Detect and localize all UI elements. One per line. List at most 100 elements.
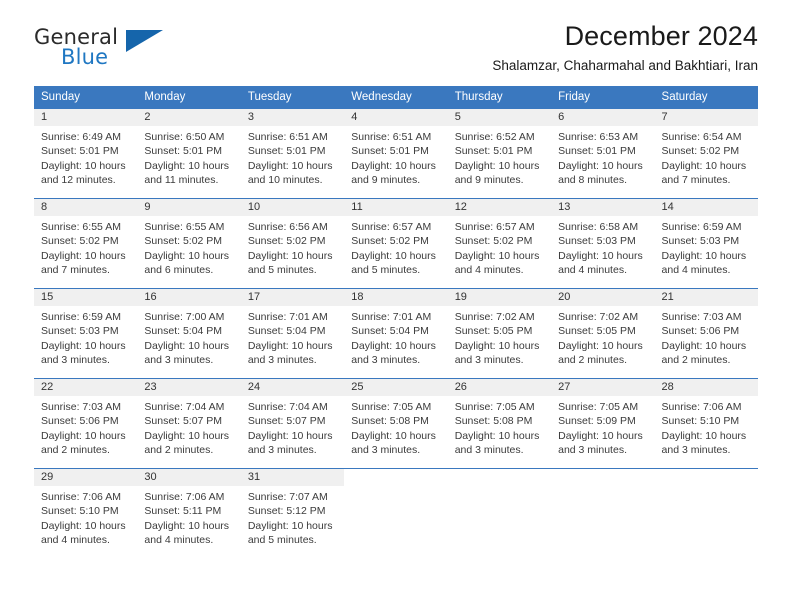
sunrise-text: Sunrise: 7:02 AM	[454, 311, 535, 323]
week-row: 8 Sunrise: 6:55 AM Sunset: 5:02 PM Dayli…	[34, 198, 758, 289]
calendar-grid: Sunday Monday Tuesday Wednesday Thursday…	[34, 86, 758, 559]
daylight-text: Daylight: 10 hours and 3 minutes.	[454, 339, 540, 366]
daylight-text: Daylight: 10 hours and 4 minutes.	[41, 519, 126, 546]
day-number: 11	[344, 199, 448, 216]
day-cell[interactable]: 1 Sunrise: 6:49 AM Sunset: 5:01 PM Dayli…	[34, 108, 138, 199]
daylight-text: Daylight: 10 hours and 3 minutes.	[661, 429, 747, 456]
daylight-text: Daylight: 10 hours and 8 minutes.	[558, 159, 643, 186]
day-number	[344, 469, 448, 486]
sunset-text: Sunset: 5:07 PM	[144, 415, 223, 428]
day-cell[interactable]: 18 Sunrise: 7:01 AM Sunset: 5:04 PM Dayl…	[344, 288, 448, 379]
calendar-table: Sunday Monday Tuesday Wednesday Thursday…	[34, 86, 758, 559]
day-cell[interactable]: 3 Sunrise: 6:51 AM Sunset: 5:01 PM Dayli…	[240, 108, 345, 199]
sunset-text: Sunset: 5:03 PM	[558, 235, 636, 248]
day-cell[interactable]: 22 Sunrise: 7:03 AM Sunset: 5:06 PM Dayl…	[34, 378, 138, 469]
day-number: 30	[137, 469, 241, 486]
day-cell[interactable]: 13 Sunrise: 6:58 AM Sunset: 5:03 PM Dayl…	[551, 198, 655, 289]
day-cell[interactable]: 30 Sunrise: 7:06 AM Sunset: 5:11 PM Dayl…	[137, 468, 241, 559]
daylight-text: Daylight: 10 hours and 3 minutes.	[144, 339, 230, 366]
day-details: Sunrise: 7:05 AM Sunset: 5:08 PM Dayligh…	[448, 396, 551, 457]
day-cell[interactable]: 11 Sunrise: 6:57 AM Sunset: 5:02 PM Dayl…	[344, 198, 448, 289]
daylight-text: Daylight: 10 hours and 7 minutes.	[661, 159, 747, 186]
day-details: Sunrise: 6:56 AM Sunset: 5:02 PM Dayligh…	[241, 216, 344, 277]
day-cell[interactable]: 23 Sunrise: 7:04 AM Sunset: 5:07 PM Dayl…	[137, 378, 241, 469]
daylight-text: Daylight: 10 hours and 5 minutes.	[351, 249, 436, 276]
day-cell[interactable]: 4 Sunrise: 6:51 AM Sunset: 5:01 PM Dayli…	[344, 108, 448, 199]
day-number: 22	[34, 379, 138, 396]
daylight-text: Daylight: 10 hours and 9 minutes.	[351, 159, 436, 186]
day-cell[interactable]: 29 Sunrise: 7:06 AM Sunset: 5:10 PM Dayl…	[34, 468, 138, 559]
day-details: Sunrise: 6:50 AM Sunset: 5:01 PM Dayligh…	[137, 126, 240, 187]
daylight-text: Daylight: 10 hours and 7 minutes.	[41, 249, 126, 276]
sunrise-text: Sunrise: 6:54 AM	[661, 131, 742, 143]
daylight-text: Daylight: 10 hours and 4 minutes.	[144, 519, 230, 546]
day-cell[interactable]: 15 Sunrise: 6:59 AM Sunset: 5:03 PM Dayl…	[34, 288, 138, 379]
daylight-text: Daylight: 10 hours and 3 minutes.	[247, 339, 333, 366]
day-cell[interactable]: 2 Sunrise: 6:50 AM Sunset: 5:01 PM Dayli…	[137, 108, 241, 199]
daylight-text: Daylight: 10 hours and 3 minutes.	[454, 429, 540, 456]
day-details: Sunrise: 7:04 AM Sunset: 5:07 PM Dayligh…	[137, 396, 240, 457]
day-cell[interactable]: 16 Sunrise: 7:00 AM Sunset: 5:04 PM Dayl…	[137, 288, 241, 379]
day-details: Sunrise: 7:01 AM Sunset: 5:04 PM Dayligh…	[241, 306, 344, 367]
day-cell[interactable]: 26 Sunrise: 7:05 AM Sunset: 5:08 PM Dayl…	[447, 378, 552, 469]
day-details: Sunrise: 6:54 AM Sunset: 5:02 PM Dayligh…	[655, 126, 758, 187]
day-cell[interactable]: 28 Sunrise: 7:06 AM Sunset: 5:10 PM Dayl…	[654, 378, 758, 469]
week-row: 22 Sunrise: 7:03 AM Sunset: 5:06 PM Dayl…	[34, 378, 758, 469]
day-cell[interactable]: 5 Sunrise: 6:52 AM Sunset: 5:01 PM Dayli…	[447, 108, 552, 199]
day-details: Sunrise: 7:06 AM Sunset: 5:11 PM Dayligh…	[137, 486, 240, 547]
day-number: 1	[34, 109, 138, 126]
day-details: Sunrise: 6:58 AM Sunset: 5:03 PM Dayligh…	[551, 216, 654, 277]
sunset-text: Sunset: 5:01 PM	[558, 145, 636, 158]
sunrise-text: Sunrise: 7:06 AM	[41, 491, 121, 503]
sunrise-text: Sunrise: 6:58 AM	[558, 221, 639, 233]
weekday-header-tuesday: Tuesday	[240, 86, 345, 109]
title-block: December 2024 Shalamzar, Chaharmahal and…	[492, 20, 758, 75]
day-number: 19	[447, 289, 552, 306]
day-cell[interactable]: 7 Sunrise: 6:54 AM Sunset: 5:02 PM Dayli…	[654, 108, 758, 199]
sunset-text: Sunset: 5:04 PM	[351, 325, 429, 338]
day-cell[interactable]: 12 Sunrise: 6:57 AM Sunset: 5:02 PM Dayl…	[447, 198, 552, 289]
sunset-text: Sunset: 5:08 PM	[351, 415, 429, 428]
day-number: 23	[137, 379, 241, 396]
day-cell[interactable]: 9 Sunrise: 6:55 AM Sunset: 5:02 PM Dayli…	[137, 198, 241, 289]
day-cell[interactable]: 27 Sunrise: 7:05 AM Sunset: 5:09 PM Dayl…	[551, 378, 655, 469]
weekday-header-saturday: Saturday	[654, 86, 758, 109]
sunrise-text: Sunrise: 7:05 AM	[454, 401, 535, 413]
sunset-text: Sunset: 5:02 PM	[661, 145, 740, 158]
day-number: 27	[551, 379, 655, 396]
day-cell[interactable]: 6 Sunrise: 6:53 AM Sunset: 5:01 PM Dayli…	[551, 108, 655, 199]
day-cell[interactable]: 24 Sunrise: 7:04 AM Sunset: 5:07 PM Dayl…	[240, 378, 345, 469]
day-cell[interactable]: 8 Sunrise: 6:55 AM Sunset: 5:02 PM Dayli…	[34, 198, 138, 289]
day-number: 21	[654, 289, 758, 306]
sunrise-text: Sunrise: 6:59 AM	[41, 311, 121, 323]
day-cell[interactable]: 20 Sunrise: 7:02 AM Sunset: 5:05 PM Dayl…	[551, 288, 655, 379]
sunset-text: Sunset: 5:06 PM	[41, 415, 119, 428]
day-number: 10	[240, 199, 345, 216]
daylight-text: Daylight: 10 hours and 10 minutes.	[247, 159, 333, 186]
day-number: 14	[654, 199, 758, 216]
sunrise-text: Sunrise: 7:06 AM	[661, 401, 742, 413]
day-number: 4	[344, 109, 448, 126]
sunset-text: Sunset: 5:10 PM	[41, 505, 119, 518]
sunrise-text: Sunrise: 6:55 AM	[144, 221, 225, 233]
sunset-text: Sunset: 5:12 PM	[247, 505, 326, 518]
day-cell[interactable]: 25 Sunrise: 7:05 AM Sunset: 5:08 PM Dayl…	[344, 378, 448, 469]
day-details: Sunrise: 7:05 AM Sunset: 5:09 PM Dayligh…	[551, 396, 654, 457]
brand-logo[interactable]: General Blue	[34, 26, 244, 78]
sunset-text: Sunset: 5:06 PM	[661, 325, 740, 338]
day-cell[interactable]: 21 Sunrise: 7:03 AM Sunset: 5:06 PM Dayl…	[654, 288, 758, 379]
day-number	[654, 469, 758, 486]
day-cell[interactable]: 31 Sunrise: 7:07 AM Sunset: 5:12 PM Dayl…	[240, 468, 345, 559]
day-cell[interactable]: 19 Sunrise: 7:02 AM Sunset: 5:05 PM Dayl…	[447, 288, 552, 379]
calendar-page: General Blue December 2024 Shalamzar, Ch…	[0, 0, 792, 612]
sunrise-text: Sunrise: 6:51 AM	[351, 131, 432, 143]
day-details: Sunrise: 6:59 AM Sunset: 5:03 PM Dayligh…	[655, 216, 758, 277]
day-cell-empty	[447, 468, 552, 559]
calendar-body: 1 Sunrise: 6:49 AM Sunset: 5:01 PM Dayli…	[34, 108, 758, 559]
sunrise-text: Sunrise: 6:57 AM	[351, 221, 432, 233]
day-cell[interactable]: 14 Sunrise: 6:59 AM Sunset: 5:03 PM Dayl…	[654, 198, 758, 289]
day-cell[interactable]: 10 Sunrise: 6:56 AM Sunset: 5:02 PM Dayl…	[240, 198, 345, 289]
day-cell[interactable]: 17 Sunrise: 7:01 AM Sunset: 5:04 PM Dayl…	[240, 288, 345, 379]
sunset-text: Sunset: 5:01 PM	[247, 145, 326, 158]
day-cell-empty	[654, 468, 758, 559]
